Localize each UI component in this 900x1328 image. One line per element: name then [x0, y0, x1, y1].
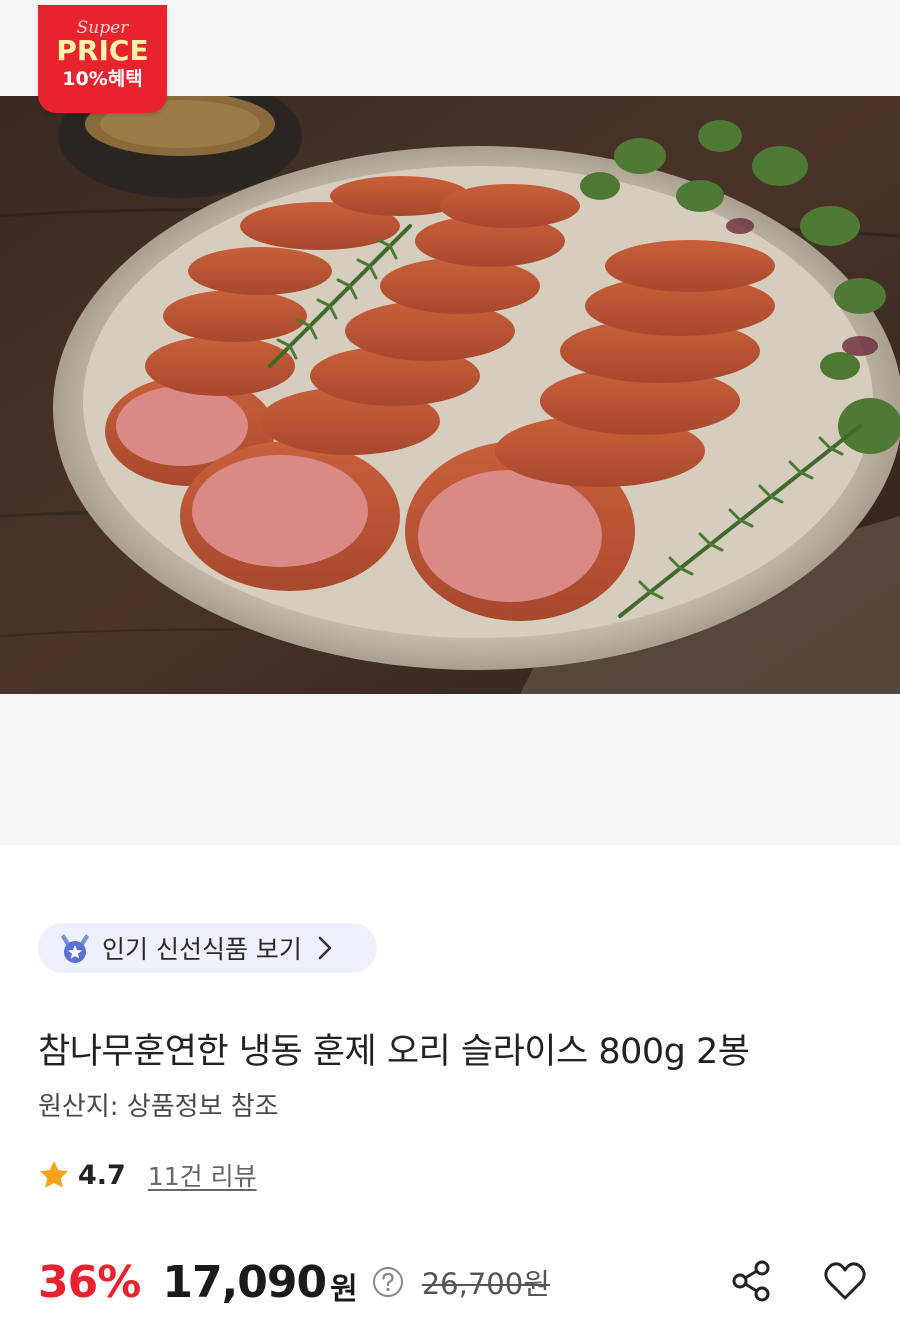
- chip-label: 인기 신선식품 보기: [102, 935, 302, 964]
- chevron-right-icon: [318, 936, 332, 960]
- badge-price-text: PRICE: [56, 34, 149, 67]
- share-icon[interactable]: [728, 1258, 774, 1304]
- currency-unit: 원: [330, 1272, 358, 1307]
- product-title: 참나무훈연한 냉동 훈제 오리 슬라이스 800g 2봉: [38, 1032, 750, 1072]
- original-price: 26,700원: [421, 1267, 550, 1301]
- discount-rate: 36%: [38, 1256, 141, 1308]
- badge-benefit-text: 10%혜택: [62, 68, 143, 90]
- product-origin: 원산지: 상품정보 참조: [38, 1092, 279, 1122]
- price-row: 36% 17,090 원 26,700원: [38, 1252, 868, 1312]
- star-icon: [40, 1161, 68, 1188]
- rating-score: 4.7: [78, 1159, 126, 1191]
- medal-icon: [61, 934, 89, 963]
- review-count-link[interactable]: 11건 리뷰: [148, 1157, 257, 1193]
- sale-price: 17,090: [162, 1256, 327, 1308]
- super-price-badge: Super PRICE 10%혜택: [38, 5, 167, 113]
- action-buttons: [728, 1258, 868, 1304]
- product-info-section: 인기 신선식품 보기 참나무훈연한 냉동 훈제 오리 슬라이스 800g 2봉 …: [0, 845, 900, 1328]
- rating-row: 4.7 11건 리뷰: [38, 1157, 257, 1193]
- product-image-area: [0, 0, 900, 845]
- smoked-duck-illustration: [0, 96, 900, 694]
- heart-icon[interactable]: [822, 1258, 868, 1304]
- popular-fresh-food-chip[interactable]: 인기 신선식품 보기: [38, 923, 377, 973]
- question-circle-icon[interactable]: [372, 1266, 404, 1298]
- product-photo[interactable]: [0, 96, 900, 694]
